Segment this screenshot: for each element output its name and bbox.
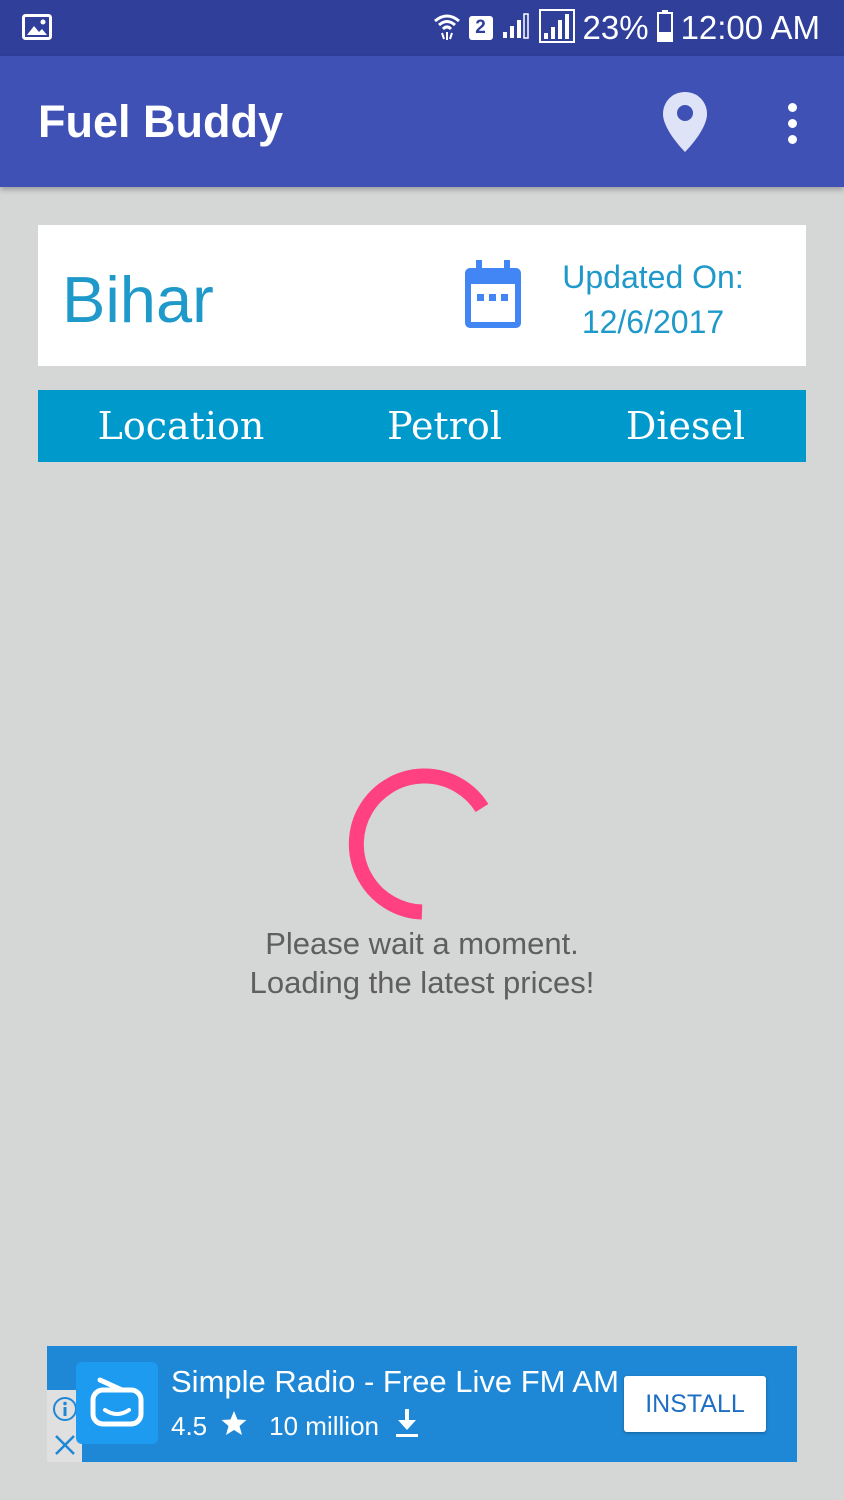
battery-percent: 23% bbox=[582, 9, 649, 46]
state-name[interactable]: Bihar bbox=[62, 263, 214, 337]
sim-badge: 2 bbox=[468, 16, 493, 40]
column-header-diesel: Diesel bbox=[625, 404, 746, 448]
battery-icon bbox=[656, 9, 673, 47]
updated-date: 12/6/2017 bbox=[581, 304, 725, 340]
loading-message: Please wait a moment. Loading the latest… bbox=[172, 924, 672, 1002]
ad-meta: 4.5 10 million bbox=[171, 1408, 419, 1444]
signal-icon bbox=[538, 8, 575, 48]
ad-banner[interactable]: Simple Radio - Free Live FM AM 4.5 10 mi… bbox=[47, 1346, 797, 1462]
download-icon bbox=[395, 1408, 419, 1445]
install-button[interactable]: INSTALL bbox=[624, 1376, 766, 1432]
updated-label: Updated On: bbox=[562, 259, 744, 295]
more-vert-icon bbox=[787, 102, 797, 112]
location-pin-icon bbox=[663, 92, 707, 152]
gallery-icon bbox=[22, 14, 52, 45]
loading-spinner bbox=[342, 764, 502, 924]
more-options-button[interactable] bbox=[772, 94, 812, 152]
column-header-petrol: Petrol bbox=[387, 404, 502, 448]
signal-icon bbox=[501, 12, 531, 45]
loading-line-2: Loading the latest prices! bbox=[249, 965, 595, 1000]
star-icon bbox=[221, 1410, 247, 1443]
ad-title[interactable]: Simple Radio - Free Live FM AM bbox=[171, 1364, 619, 1400]
loading-line-1: Please wait a moment. bbox=[265, 926, 579, 961]
ad-downloads: 10 million bbox=[269, 1410, 379, 1441]
radio-app-icon[interactable] bbox=[76, 1362, 158, 1444]
calendar-icon bbox=[462, 260, 524, 332]
wifi-icon bbox=[433, 11, 461, 46]
status-bar: 2 23% 12:00 AM bbox=[0, 0, 844, 56]
price-table-header: Location Petrol Diesel bbox=[38, 390, 806, 462]
location-button[interactable] bbox=[656, 86, 714, 158]
app-title: Fuel Buddy bbox=[38, 96, 283, 147]
ad-rating: 4.5 bbox=[171, 1410, 208, 1441]
clock: 12:00 AM bbox=[680, 9, 820, 46]
app-bar: Fuel Buddy bbox=[0, 56, 844, 187]
state-card: Bihar Updated On: 12/6/2017 bbox=[38, 225, 806, 366]
updated-info: Updated On: 12/6/2017 bbox=[543, 255, 763, 345]
column-header-location: Location bbox=[97, 404, 265, 448]
